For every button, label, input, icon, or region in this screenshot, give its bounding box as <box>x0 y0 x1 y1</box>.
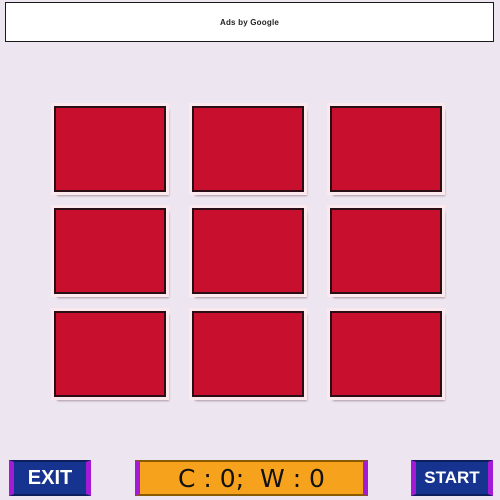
tile-r3-c1[interactable] <box>54 311 166 397</box>
tile-r3-c2[interactable] <box>192 311 304 397</box>
tile-r2-c3[interactable] <box>330 208 442 294</box>
ad-banner[interactable]: Ads by Google <box>5 2 494 42</box>
score-display: C : 0; W : 0 <box>135 460 368 496</box>
tile-r1-c3[interactable] <box>330 106 442 192</box>
tile-r2-c2[interactable] <box>192 208 304 294</box>
exit-button[interactable]: EXIT <box>9 460 91 496</box>
tile-r3-c3[interactable] <box>330 311 442 397</box>
start-button[interactable]: START <box>411 460 493 496</box>
tile-r1-c1[interactable] <box>54 106 166 192</box>
tile-r1-c2[interactable] <box>192 106 304 192</box>
ad-banner-label: Ads by Google <box>219 17 280 27</box>
tile-r2-c1[interactable] <box>54 208 166 294</box>
